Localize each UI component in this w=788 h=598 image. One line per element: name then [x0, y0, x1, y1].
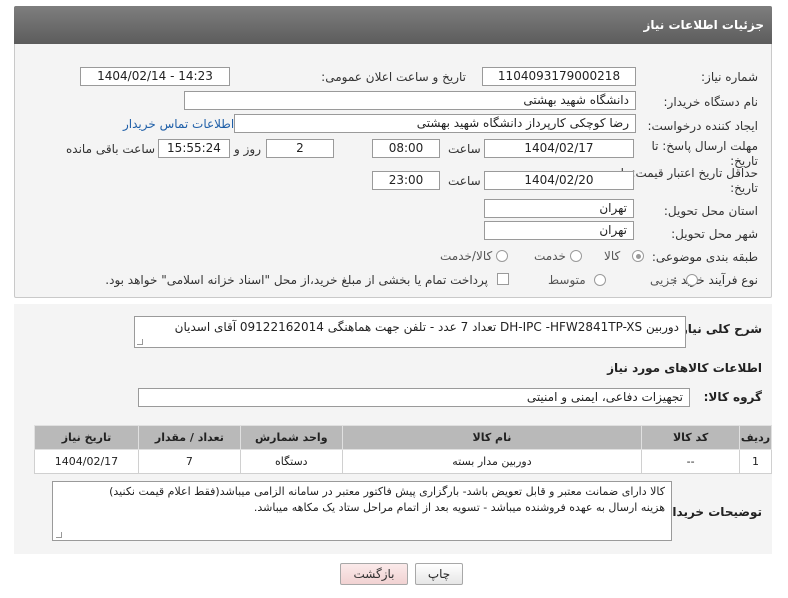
buyer-notes-textarea[interactable]: کالا دارای ضمانت معتبر و قابل تعویض باشد… — [52, 481, 672, 541]
cell-item-name: دوربین مدار بسته — [341, 449, 643, 474]
category-radio-goods[interactable] — [632, 250, 644, 262]
page-title: جزئیات اطلاعات نیاز — [643, 18, 764, 32]
province-field[interactable]: تهران — [484, 199, 634, 218]
process-option-medium: متوسط — [548, 273, 586, 287]
requester-label: ایجاد کننده درخواست: — [647, 119, 758, 133]
need-number-field[interactable]: 1104093179000218 — [482, 67, 636, 86]
cell-quantity: 7 — [137, 449, 241, 474]
buyer-org-label: نام دستگاه خریدار: — [663, 95, 759, 109]
items-table: ردیف کد کالا نام کالا واحد شمارش تعداد /… — [34, 425, 772, 474]
buyer-notes-line-1: کالا دارای ضمانت معتبر و قابل تعویض باشد… — [109, 485, 665, 498]
col-item-name: نام کالا — [341, 425, 643, 450]
city-label: شهر محل تحویل: — [671, 227, 758, 241]
deadline-time-label: ساعت — [448, 142, 481, 156]
table-header-row: ردیف کد کالا نام کالا واحد شمارش تعداد /… — [34, 425, 772, 450]
goods-group-label: گروه کالا: — [703, 390, 762, 404]
resize-handle-icon[interactable] — [56, 532, 62, 538]
buyer-notes-label: توضیحات خریدار: — [660, 505, 762, 519]
col-item-code: کد کالا — [641, 425, 741, 450]
buyer-contact-link[interactable]: اطلاعات تماس خریدار — [123, 117, 234, 131]
payment-checkbox[interactable] — [497, 273, 509, 285]
deadline-label: مهلت ارسال پاسخ: تا تاریخ: — [651, 139, 758, 168]
announce-field[interactable]: 1404/02/14 - 14:23 — [80, 67, 230, 86]
category-radio-both[interactable] — [496, 250, 508, 262]
cell-unit: دستگاه — [239, 449, 343, 474]
deadline-date-field[interactable]: 1404/02/17 — [484, 139, 634, 158]
resize-handle-icon[interactable] — [137, 339, 143, 345]
cell-row-no: 1 — [739, 449, 772, 474]
days-field[interactable]: 2 — [266, 139, 334, 158]
requester-field[interactable]: رضا کوچکی کارپرداز دانشگاه شهید بهشتی — [234, 114, 636, 133]
need-number-label: شماره نیاز: — [701, 70, 758, 84]
category-radio-service[interactable] — [570, 250, 582, 262]
cell-item-code: -- — [641, 449, 741, 474]
goods-section-title: اطلاعات کالاهای مورد نیاز — [607, 361, 762, 375]
category-option-both: کالا/خدمت — [440, 249, 493, 263]
category-label: طبقه بندی موضوعی: — [651, 250, 758, 264]
description-textarea[interactable]: دوربین DH-IPC -HFW2841TP-XS تعداد 7 عدد … — [134, 316, 686, 348]
col-quantity: تعداد / مقدار — [137, 425, 241, 450]
deadline-time-field[interactable]: 08:00 — [372, 139, 440, 158]
city-field[interactable]: تهران — [484, 221, 634, 240]
category-option-service: خدمت — [534, 249, 566, 263]
announce-label: تاریخ و ساعت اعلان عمومی: — [321, 70, 466, 84]
description-label: شرح کلی نیاز: — [676, 322, 762, 336]
category-option-goods: کالا — [604, 249, 621, 263]
validity-label: حداقل تاریخ اعتبار قیمت: تا تاریخ: — [620, 166, 758, 195]
back-button[interactable]: بازگشت — [340, 563, 408, 585]
process-option-minor: جزیی — [650, 273, 678, 287]
col-need-date: تاریخ نیاز — [34, 425, 139, 450]
col-row-no: ردیف — [739, 425, 772, 450]
goods-group-field[interactable]: تجهیزات دفاعی، ایمنی و امنیتی — [138, 388, 690, 407]
buyer-org-field[interactable]: دانشگاه شهید بهشتی — [184, 91, 636, 110]
validity-time-label: ساعت — [448, 174, 481, 188]
validity-time-field[interactable]: 23:00 — [372, 171, 440, 190]
buyer-notes-line-2: هزینه ارسال به عهده فروشنده میباشد - تسو… — [253, 501, 665, 514]
remaining-time-field[interactable]: 15:55:24 — [158, 139, 230, 158]
cell-need-date: 1404/02/17 — [34, 449, 139, 474]
print-button[interactable]: چاپ — [415, 563, 463, 585]
validity-date-field[interactable]: 1404/02/20 — [484, 171, 634, 190]
col-unit: واحد شمارش — [239, 425, 343, 450]
payment-note: پرداخت تمام یا بخشی از مبلغ خرید،از محل … — [105, 273, 488, 287]
table-row[interactable]: 1 -- دوربین مدار بسته دستگاه 7 1404/02/1… — [34, 449, 772, 474]
remaining-label: ساعت باقی مانده — [66, 142, 156, 156]
process-radio-medium[interactable] — [594, 274, 606, 286]
process-radio-minor[interactable] — [686, 274, 698, 286]
province-label: استان محل تحویل: — [663, 204, 758, 218]
days-label: روز و — [234, 142, 261, 156]
